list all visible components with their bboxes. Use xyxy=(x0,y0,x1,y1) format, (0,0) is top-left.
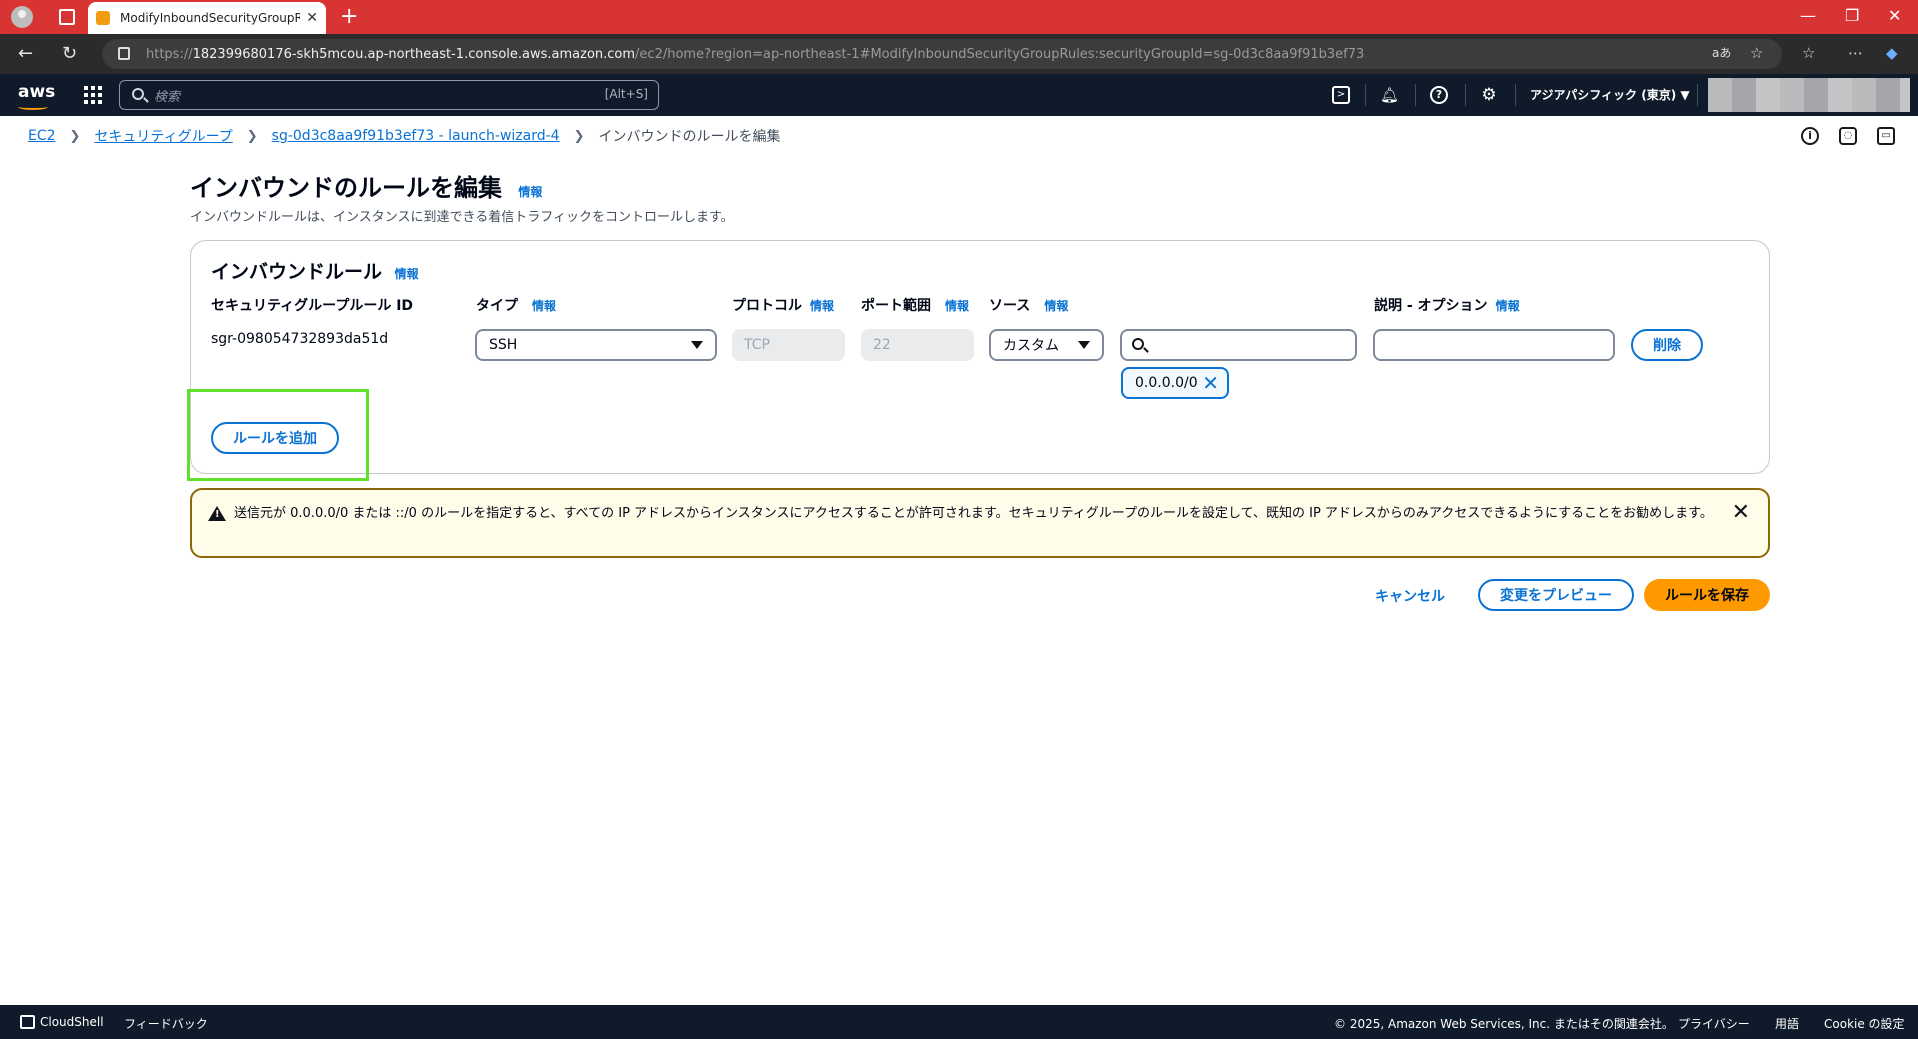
aws-header: aws 検索 [Alt+S] > 🔔︎ ? ⚙ アジアパシフィック (東京) ▼ xyxy=(0,74,1918,116)
port-info-link[interactable]: 情報 xyxy=(945,299,969,313)
breadcrumb-security-group[interactable]: sg-0d3c8aa9f91b3ef73 - launch-wizard-4 xyxy=(272,128,560,144)
account-menu[interactable] xyxy=(1708,78,1910,112)
refresh-icon[interactable]: ↻ xyxy=(62,43,77,64)
url-field[interactable]: https://182399680176-skh5mcou.ap-northea… xyxy=(102,39,1782,69)
rule-id-value: sgr-098054732893da51d xyxy=(211,331,389,347)
feedback-link[interactable]: フィードバック xyxy=(124,1015,208,1032)
aws-favicon-icon xyxy=(96,11,110,25)
search-input[interactable]: 検索 [Alt+S] xyxy=(119,80,659,110)
source-cidr-token: 0.0.0.0/0 ✕ xyxy=(1121,367,1229,399)
help-icon[interactable]: ? xyxy=(1430,86,1448,104)
source-type-select[interactable]: カスタム xyxy=(989,329,1104,361)
inbound-rules-panel: インバウンドルール 情報 セキュリティグループルール ID タイプ 情報 プロトコ… xyxy=(190,240,1770,474)
breadcrumb-current: インバウンドのルールを編集 xyxy=(598,129,781,145)
description-input[interactable] xyxy=(1373,329,1615,361)
cloudshell-icon[interactable]: > xyxy=(1332,86,1350,104)
close-window-icon[interactable]: ✕ xyxy=(1888,6,1901,25)
cookie-settings-link[interactable]: Cookie の設定 xyxy=(1824,1015,1905,1032)
address-bar: ← ↻ https://182399680176-skh5mcou.ap-nor… xyxy=(0,34,1918,74)
col-header-description: 説明 - オプション 情報 xyxy=(1374,298,1520,314)
browser-tab-bar: ModifyInboundSecurityGroupRules ✕ + — ❐ … xyxy=(0,0,1918,34)
feedback-panel-icon[interactable]: ◌ xyxy=(1839,127,1857,145)
col-header-port-range: ポート範囲 情報 xyxy=(861,298,970,314)
remove-token-icon[interactable]: ✕ xyxy=(1202,373,1219,393)
tab-title: ModifyInboundSecurityGroupRules xyxy=(120,11,300,25)
cancel-button[interactable]: キャンセル xyxy=(1375,586,1445,606)
info-panel-icon[interactable]: i xyxy=(1801,127,1819,145)
breadcrumb-ec2[interactable]: EC2 xyxy=(28,128,56,144)
col-header-type: タイプ 情報 xyxy=(476,298,557,314)
back-icon[interactable]: ← xyxy=(18,43,33,64)
new-tab-icon[interactable]: + xyxy=(340,4,358,29)
breadcrumb: EC2 ❯ セキュリティグループ ❯ sg-0d3c8aa9f91b3ef73 … xyxy=(28,126,781,146)
read-aloud-icon[interactable]: aあ xyxy=(1712,44,1731,61)
cloudshell-link[interactable]: CloudShell xyxy=(40,1015,104,1029)
warning-icon xyxy=(208,506,226,521)
profile-avatar[interactable] xyxy=(11,6,33,28)
type-info-link[interactable]: 情報 xyxy=(532,299,556,313)
source-search-input[interactable] xyxy=(1120,329,1357,361)
chevron-right-icon: ❯ xyxy=(246,128,258,144)
protocol-field: TCP xyxy=(732,329,845,361)
col-header-source: ソース 情報 xyxy=(989,298,1069,314)
caret-down-icon xyxy=(691,341,703,349)
privacy-link[interactable]: プライバシー xyxy=(1678,1015,1750,1032)
settings-gear-icon[interactable]: ⚙ xyxy=(1480,86,1498,104)
aws-logo[interactable]: aws xyxy=(18,82,55,102)
notification-bell-icon[interactable]: 🔔︎ xyxy=(1380,86,1399,104)
search-icon xyxy=(132,88,144,100)
terms-link[interactable]: 用語 xyxy=(1775,1015,1799,1032)
footer: CloudShell フィードバック © 2025, Amazon Web Se… xyxy=(0,1005,1918,1039)
search-shortcut: [Alt+S] xyxy=(604,87,648,101)
chevron-right-icon: ❯ xyxy=(573,128,585,144)
breadcrumb-security-groups[interactable]: セキュリティグループ xyxy=(94,126,232,146)
description-info-link[interactable]: 情報 xyxy=(1496,299,1520,313)
panel-info-link[interactable]: 情報 xyxy=(395,267,419,281)
page-info-link[interactable]: 情報 xyxy=(518,185,542,199)
tab-actions-icon[interactable] xyxy=(59,9,75,25)
copyright: © 2025, Amazon Web Services, Inc. またはその関… xyxy=(1334,1017,1674,1031)
highlight-box xyxy=(187,389,369,481)
preview-changes-button[interactable]: 変更をプレビュー xyxy=(1478,579,1634,611)
favorite-star-icon[interactable]: ☆ xyxy=(1750,44,1763,62)
search-icon xyxy=(1132,338,1144,350)
copilot-icon[interactable]: ◆ xyxy=(1886,44,1898,62)
favorites-icon[interactable]: ☆ xyxy=(1802,44,1815,62)
col-header-protocol: プロトコル 情報 xyxy=(732,298,835,314)
page-title: インバウンドのルールを編集 情報 xyxy=(190,174,543,202)
protocol-info-link[interactable]: 情報 xyxy=(810,299,834,313)
cloudshell-icon[interactable] xyxy=(20,1015,35,1029)
region-selector[interactable]: アジアパシフィック (東京) ▼ xyxy=(1530,86,1690,103)
close-tab-icon[interactable]: ✕ xyxy=(306,10,318,26)
warning-alert: 送信元が 0.0.0.0/0 または ::/0 のルールを指定すると、すべての … xyxy=(190,488,1770,558)
lock-icon xyxy=(118,47,130,60)
services-grid-icon[interactable] xyxy=(84,86,102,104)
source-info-link[interactable]: 情報 xyxy=(1044,299,1068,313)
delete-rule-button[interactable]: 削除 xyxy=(1631,329,1703,361)
more-icon[interactable]: ⋯ xyxy=(1848,44,1863,62)
caret-down-icon xyxy=(1078,341,1090,349)
browser-tab[interactable]: ModifyInboundSecurityGroupRules ✕ xyxy=(88,2,326,34)
dismiss-alert-icon[interactable]: ✕ xyxy=(1732,502,1750,524)
minimize-icon[interactable]: — xyxy=(1800,6,1816,25)
save-rules-button[interactable]: ルールを保存 xyxy=(1644,579,1770,611)
alert-text: 送信元が 0.0.0.0/0 または ::/0 のルールを指定すると、すべての … xyxy=(234,506,1713,521)
restore-icon[interactable]: ❐ xyxy=(1845,6,1859,25)
col-header-rule-id: セキュリティグループルール ID xyxy=(211,298,414,314)
page-description: インバウンドルールは、インスタンスに到達できる着信トラフィックをコントロールしま… xyxy=(190,210,734,225)
type-select[interactable]: SSH xyxy=(475,329,717,361)
aws-smile-icon xyxy=(18,104,48,110)
display-settings-icon[interactable]: ▭ xyxy=(1877,127,1895,145)
panel-title: インバウンドルール 情報 xyxy=(211,261,419,283)
chevron-right-icon: ❯ xyxy=(69,128,81,144)
port-range-field: 22 xyxy=(861,329,974,361)
